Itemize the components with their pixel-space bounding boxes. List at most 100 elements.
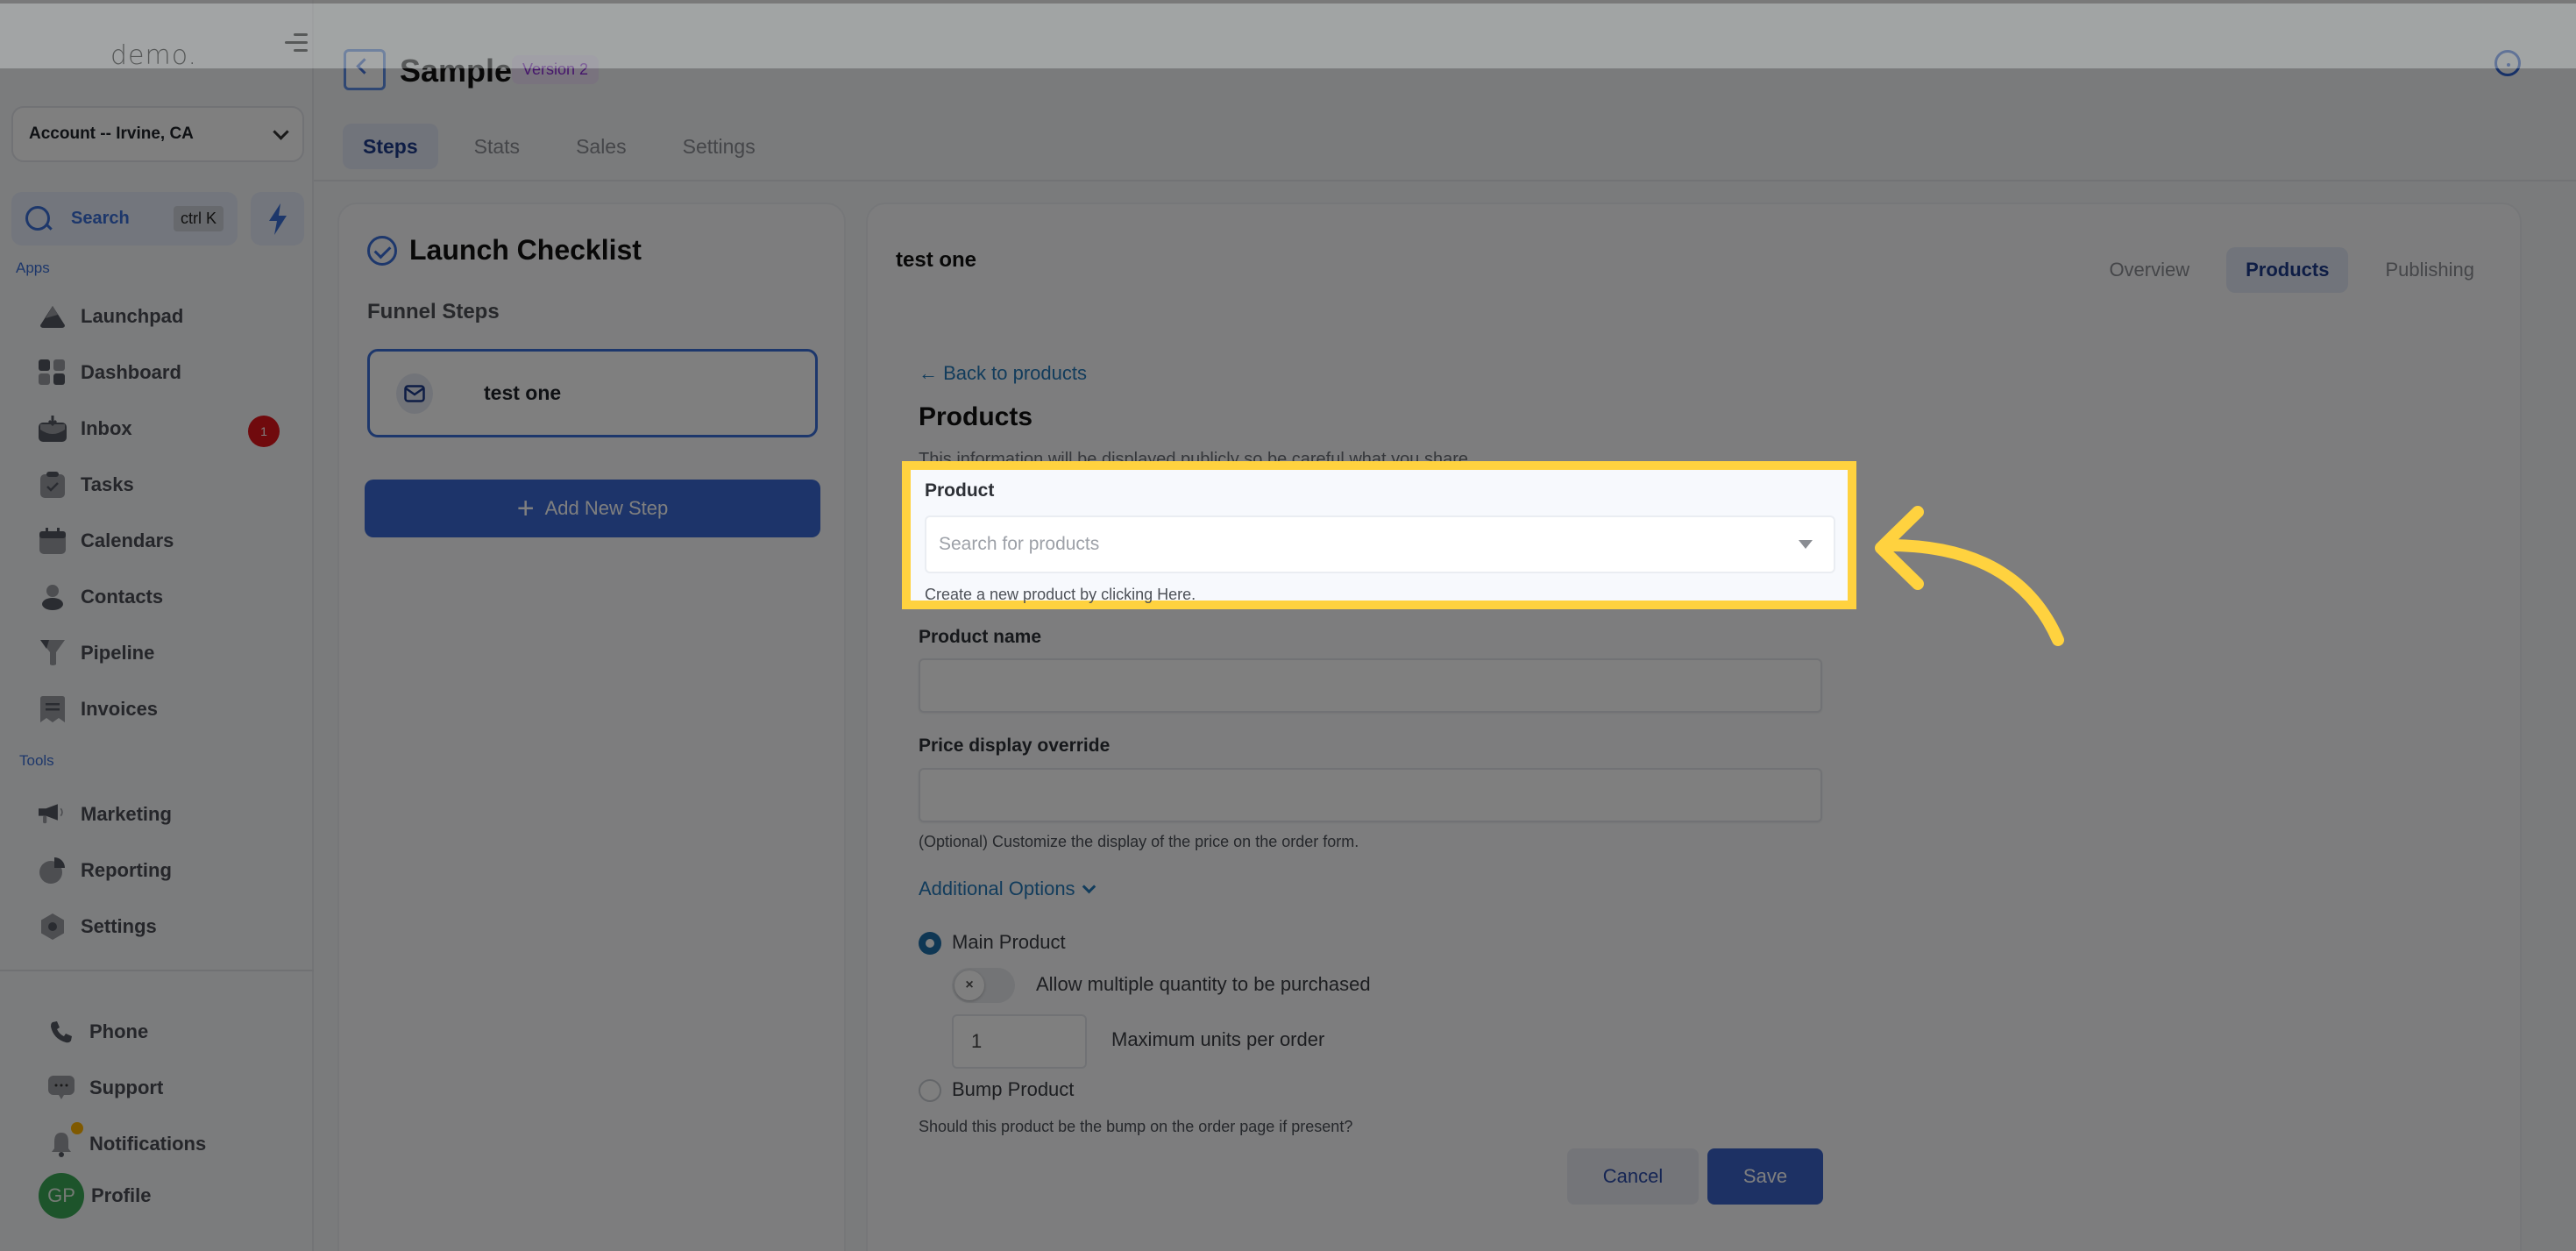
receipt-icon bbox=[39, 695, 67, 723]
cancel-button[interactable]: Cancel bbox=[1567, 1148, 1699, 1205]
sidebar-item-support[interactable]: Support bbox=[47, 1066, 163, 1110]
product-name-label: Product name bbox=[919, 627, 1042, 647]
pie-chart-icon bbox=[39, 857, 67, 885]
sidebar-item-dashboard[interactable]: Dashboard bbox=[39, 351, 181, 394]
allow-multiple-quantity-label: Allow multiple quantity to be purchased bbox=[1036, 973, 1371, 995]
additional-options-toggle[interactable]: Additional Options bbox=[919, 878, 1096, 900]
price-override-hint: (Optional) Customize the display of the … bbox=[919, 833, 1359, 850]
tab-overview[interactable]: Overview bbox=[2090, 247, 2209, 293]
tab-steps[interactable]: Steps bbox=[343, 124, 438, 169]
header-bar-overlay bbox=[0, 4, 2576, 68]
max-units-label: Maximum units per order bbox=[1111, 1028, 1325, 1050]
product-field-highlight: Product Search for products Create a new… bbox=[902, 461, 1856, 609]
sidebar-item-label: Tasks bbox=[81, 473, 134, 495]
close-icon: × bbox=[954, 970, 984, 1000]
step-detail-panel: test one Overview Products Publishing ← … bbox=[866, 203, 2522, 1251]
product-name-input[interactable] bbox=[919, 658, 1822, 713]
sidebar-item-label: Settings bbox=[81, 915, 157, 937]
sidebar-item-label: Pipeline bbox=[81, 642, 155, 664]
product-search-dropdown[interactable]: Search for products bbox=[925, 515, 1835, 573]
caret-down-icon bbox=[1799, 540, 1813, 549]
person-icon bbox=[39, 583, 67, 611]
main-product-radio[interactable] bbox=[919, 932, 941, 955]
quick-actions-button[interactable] bbox=[251, 192, 304, 245]
search-label: Search bbox=[71, 209, 130, 228]
back-to-products-link[interactable]: ← Back to products bbox=[919, 362, 1087, 385]
max-units-input[interactable]: 1 bbox=[952, 1014, 1087, 1069]
save-button[interactable]: Save bbox=[1707, 1148, 1823, 1205]
sidebar-item-calendars[interactable]: Calendars bbox=[39, 519, 174, 563]
plus-icon: + bbox=[516, 492, 535, 525]
clipboard-check-icon bbox=[39, 471, 67, 499]
bump-product-hint: Should this product be the bump on the o… bbox=[919, 1118, 1353, 1135]
sidebar-item-launchpad[interactable]: Launchpad bbox=[39, 295, 183, 338]
account-switcher[interactable]: Account -- Irvine, CA bbox=[11, 106, 304, 162]
sidebar-item-label: Reporting bbox=[81, 859, 172, 881]
grid-icon bbox=[39, 359, 67, 387]
chevron-down-icon bbox=[273, 123, 289, 140]
sidebar-item-phone[interactable]: Phone bbox=[47, 1010, 148, 1054]
sidebar-item-pipeline[interactable]: Pipeline bbox=[39, 631, 154, 675]
sidebar-item-contacts[interactable]: Contacts bbox=[39, 575, 163, 619]
add-new-step-label: Add New Step bbox=[544, 497, 669, 519]
sidebar-item-profile[interactable]: GP Profile bbox=[39, 1173, 152, 1219]
sidebar-item-label: Dashboard bbox=[81, 361, 181, 383]
sidebar-item-label: Phone bbox=[89, 1020, 149, 1042]
additional-options-label: Additional Options bbox=[919, 878, 1075, 899]
sidebar-divider bbox=[0, 970, 314, 971]
tab-stats[interactable]: Stats bbox=[454, 124, 540, 169]
funnel-steps-label: Funnel Steps bbox=[367, 300, 500, 323]
tab-products[interactable]: Products bbox=[2226, 247, 2349, 293]
arrow-left-icon: ← bbox=[919, 362, 944, 384]
bell-icon bbox=[47, 1130, 75, 1158]
price-override-input[interactable] bbox=[919, 768, 1822, 822]
sidebar-item-invoices[interactable]: Invoices bbox=[39, 687, 158, 731]
tools-section-label: Tools bbox=[19, 752, 54, 769]
main-product-label: Main Product bbox=[952, 931, 1066, 953]
sidebar-item-label: Profile bbox=[91, 1184, 152, 1206]
chat-bubble-icon bbox=[47, 1074, 75, 1102]
step-tabs: Overview Products Publishing bbox=[2072, 247, 2494, 293]
bump-product-radio[interactable] bbox=[919, 1079, 941, 1102]
funnel-step-card[interactable]: test one bbox=[367, 349, 818, 437]
product-label: Product bbox=[925, 480, 995, 501]
phone-icon bbox=[47, 1018, 75, 1046]
tab-sales[interactable]: Sales bbox=[556, 124, 647, 169]
sidebar-item-tasks[interactable]: Tasks bbox=[39, 463, 134, 507]
avatar: GP bbox=[39, 1173, 84, 1219]
launch-checklist-title: Launch Checklist bbox=[367, 234, 642, 267]
apps-section-label: Apps bbox=[16, 259, 50, 276]
funnel-tabs: Steps Stats Sales Settings bbox=[343, 124, 791, 169]
sidebar-item-label: Inbox bbox=[81, 417, 132, 439]
inbox-icon bbox=[39, 415, 67, 443]
search-shortcut: ctrl K bbox=[173, 206, 224, 231]
products-heading: Products bbox=[919, 402, 1033, 431]
gear-icon bbox=[39, 913, 67, 941]
sidebar-item-marketing[interactable]: Marketing bbox=[39, 793, 172, 836]
add-new-step-button[interactable]: + Add New Step bbox=[365, 480, 820, 537]
sidebar-item-label: Contacts bbox=[81, 586, 164, 608]
allow-multiple-quantity-toggle[interactable]: × bbox=[952, 968, 1015, 1003]
sidebar-item-label: Support bbox=[89, 1077, 164, 1098]
price-override-label: Price display override bbox=[919, 736, 1111, 756]
sidebar-item-settings[interactable]: Settings bbox=[39, 905, 157, 949]
tab-publishing[interactable]: Publishing bbox=[2366, 247, 2494, 293]
launch-checklist-heading: Launch Checklist bbox=[409, 234, 642, 266]
chevron-down-icon bbox=[1082, 879, 1096, 893]
product-search-placeholder: Search for products bbox=[939, 534, 1100, 554]
launch-checklist-panel: Launch Checklist Funnel Steps test one +… bbox=[337, 203, 846, 1251]
sidebar-item-label: Marketing bbox=[81, 803, 172, 825]
sidebar-item-inbox[interactable]: Inbox bbox=[39, 407, 132, 451]
tab-settings[interactable]: Settings bbox=[663, 124, 776, 169]
megaphone-icon bbox=[39, 800, 67, 828]
sidebar-item-reporting[interactable]: Reporting bbox=[39, 849, 172, 892]
notification-dot bbox=[71, 1122, 83, 1134]
create-product-hint[interactable]: Create a new product by clicking Here. bbox=[925, 586, 1196, 604]
sidebar-item-label: Invoices bbox=[81, 698, 159, 720]
funnel-icon bbox=[39, 639, 67, 667]
header-divider bbox=[314, 180, 2576, 181]
bump-product-label: Bump Product bbox=[952, 1078, 1075, 1100]
search-button[interactable]: Search ctrl K bbox=[11, 192, 238, 245]
search-icon bbox=[25, 205, 52, 232]
lightning-icon bbox=[268, 203, 287, 235]
